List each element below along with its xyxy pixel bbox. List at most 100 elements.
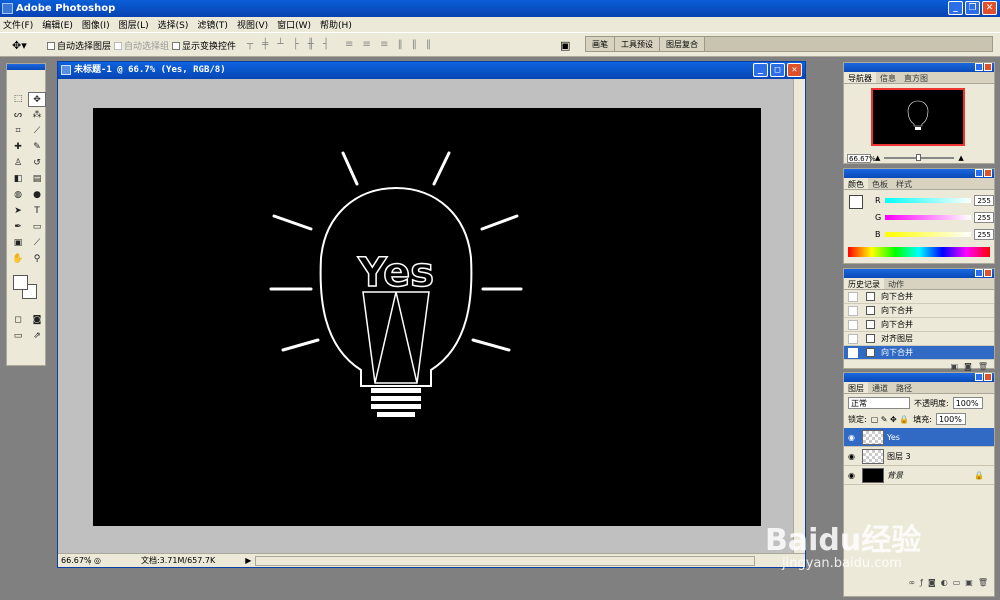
zoom-tool-icon[interactable]: ⚲ [28,252,46,267]
show-transform-option[interactable]: 显示变换控件 [172,39,236,52]
history-item[interactable]: 向下合并 [844,318,994,332]
tab-actions[interactable]: 动作 [884,278,908,289]
adjustment-layer-icon[interactable]: ◐ [941,578,948,587]
history-item[interactable]: 向下合并 [844,304,994,318]
delete-layer-icon[interactable]: 🗑 [978,578,988,587]
menu-view[interactable]: 视图(V) [237,18,268,31]
menu-layer[interactable]: 图层(L) [119,18,149,31]
marquee-tool-icon[interactable]: ⬚ [9,92,27,107]
status-options-icon[interactable]: ◎ [94,556,101,565]
tab-swatches[interactable]: 色板 [868,178,892,189]
show-transform-checkbox[interactable] [172,41,180,50]
type-tool-icon[interactable]: T [28,204,46,219]
panel-minimize-icon[interactable] [975,269,983,277]
new-snapshot-icon[interactable]: ◙ [964,362,972,371]
zoom-in-icon[interactable]: ▲ [958,154,963,162]
slice-tool-icon[interactable]: ⟋ [28,124,46,139]
channel-r-input[interactable]: 255 [974,195,995,206]
restore-button[interactable]: ❐ [965,1,980,15]
vertical-scrollbar[interactable] [793,79,805,554]
panel-minimize-icon[interactable] [975,63,983,71]
eye-icon[interactable]: ◉ [848,471,862,480]
menu-edit[interactable]: 编辑(E) [42,18,73,31]
panel-close-icon[interactable] [984,169,992,177]
navigator-thumbnail[interactable] [871,88,965,146]
channel-g-slider[interactable] [884,215,972,220]
jump-to-imageready-icon[interactable]: ⇗ [28,329,46,344]
minimize-button[interactable]: _ [948,1,963,15]
horizontal-scrollbar[interactable] [255,555,756,566]
panel-close-icon[interactable] [984,373,992,381]
lock-buttons-icon[interactable]: ▢ ✎ ✥ 🔒 [871,415,910,424]
panel-minimize-icon[interactable] [975,169,983,177]
artboard[interactable]: Yes [93,108,761,526]
blend-mode-select[interactable]: 正常 [848,397,910,409]
tab-styles[interactable]: 样式 [892,178,916,189]
pen-tool-icon[interactable]: ✒ [9,220,27,235]
brush-tool-icon[interactable]: ✎ [28,140,46,155]
tab-color[interactable]: 颜色 [844,178,868,189]
channel-g-input[interactable]: 255 [974,212,995,223]
layer-mask-icon[interactable]: ◙ [928,578,936,587]
eye-icon[interactable]: ◉ [848,433,862,442]
lasso-tool-icon[interactable]: ᔕ [9,108,27,123]
history-item[interactable]: 对齐图层 [844,332,994,346]
menu-image[interactable]: 图像(I) [82,18,110,31]
color-panel-foreground-swatch[interactable] [849,195,863,209]
doc-maximize-button[interactable]: □ [770,63,785,77]
tab-navigator[interactable]: 导航器 [844,72,876,83]
new-document-from-state-icon[interactable]: ▣ [951,362,959,371]
notes-tool-icon[interactable]: ▣ [9,236,27,251]
crop-tool-icon[interactable]: ⌗ [9,124,27,139]
shape-tool-icon[interactable]: ▭ [28,220,46,235]
doc-close-button[interactable]: ✕ [787,63,802,77]
delete-state-icon[interactable]: 🗑 [978,362,988,371]
path-selection-tool-icon[interactable]: ➤ [9,204,27,219]
auto-select-layer-checkbox[interactable] [47,41,55,50]
link-layers-icon[interactable]: ∞ [908,578,915,587]
panel-close-icon[interactable] [984,63,992,71]
menu-window[interactable]: 窗口(W) [277,18,311,31]
standard-mode-icon[interactable]: ◻ [9,313,27,328]
palette-well-icon[interactable]: ▣ [560,39,570,52]
well-tab-tool-presets[interactable]: 工具预设 [615,37,660,51]
tab-info[interactable]: 信息 [876,72,900,83]
hand-tool-icon[interactable]: ✋ [9,252,27,267]
fill-input[interactable]: 100% [935,413,966,425]
healing-brush-tool-icon[interactable]: ✚ [9,140,27,155]
color-spectrum-bar[interactable] [848,247,990,257]
blur-tool-icon[interactable]: ◍ [9,188,27,203]
dodge-tool-icon[interactable]: ● [28,188,46,203]
layer-row[interactable]: ◉ Yes [844,428,994,447]
close-button[interactable]: ✕ [982,1,997,15]
magic-wand-tool-icon[interactable]: ⁂ [28,108,46,123]
layer-row[interactable]: ◉ 背景 🔒 [844,466,994,485]
navigator-zoom-field[interactable]: 66.67% [847,153,876,163]
menu-select[interactable]: 选择(S) [158,18,189,31]
new-group-icon[interactable]: ▭ [953,578,961,587]
tab-history[interactable]: 历史记录 [844,278,884,289]
channel-b-input[interactable]: 255 [974,229,995,240]
tab-channels[interactable]: 通道 [868,382,892,393]
well-tab-layer-comps[interactable]: 图层复合 [660,37,705,51]
color-swatches[interactable] [9,273,43,307]
zoom-out-icon[interactable]: ▲ [875,154,880,162]
eraser-tool-icon[interactable]: ◧ [9,172,27,187]
panel-close-icon[interactable] [984,269,992,277]
new-layer-icon[interactable]: ▣ [965,578,973,587]
history-item[interactable]: 向下合并 [844,290,994,304]
channel-r-slider[interactable] [884,198,972,203]
tab-histogram[interactable]: 直方图 [900,72,932,83]
distribute-buttons-icon[interactable]: ≡ ≡ ≡ ‖ ‖ ‖ [345,39,434,50]
align-buttons-icon[interactable]: ┬ ╪ ┴ ├ ╫ ┤ [247,39,332,50]
layer-row[interactable]: ◉ 图层 3 [844,447,994,466]
channel-b-slider[interactable] [884,232,972,237]
move-tool-icon[interactable]: ✥ [28,92,46,107]
menu-file[interactable]: 文件(F) [3,18,33,31]
status-menu-arrow-icon[interactable]: ▶ [245,556,251,565]
auto-select-layer-option[interactable]: 自动选择图层 [47,39,111,52]
move-tool-preset-icon[interactable]: ✥▾ [12,39,27,52]
tab-layers[interactable]: 图层 [844,382,868,393]
eye-icon[interactable]: ◉ [848,452,862,461]
tab-paths[interactable]: 路径 [892,382,916,393]
